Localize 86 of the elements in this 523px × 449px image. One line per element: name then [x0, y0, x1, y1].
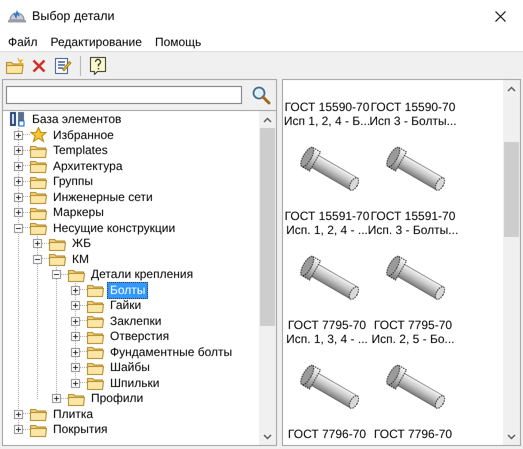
tree-item[interactable]: Группы [50, 173, 96, 190]
folder-icon [30, 190, 47, 204]
expand-icon[interactable] [52, 394, 61, 404]
tree-item[interactable]: Маркеры [50, 204, 107, 222]
part-title: ГОСТ 15590-70 [370, 100, 456, 114]
part-title: ГОСТ 7796-70 [288, 427, 366, 441]
tree-item[interactable]: Плитка [50, 406, 96, 423]
expand-icon[interactable] [14, 410, 23, 419]
part-title: ГОСТ 7796-70 [374, 427, 452, 441]
collapse-icon[interactable] [52, 270, 61, 280]
menu-item[interactable]: Помощь [148, 32, 208, 51]
menu-item[interactable]: Файл [2, 32, 45, 51]
tree-item[interactable]: Шайбы [107, 359, 153, 376]
expand-icon[interactable] [14, 208, 23, 218]
tree-item[interactable]: Отверстия [107, 328, 172, 346]
tree-item[interactable]: Избранное [50, 126, 117, 144]
scrollbar[interactable] [503, 80, 520, 445]
part-title: ГОСТ 15591-70 [370, 209, 456, 223]
expand-icon[interactable] [71, 363, 80, 372]
expand-icon[interactable] [71, 286, 80, 295]
scroll-thumb[interactable] [504, 142, 519, 237]
search-icon[interactable] [251, 85, 271, 105]
part-description: Исп. 3 - Болты... [368, 223, 458, 237]
tree-item[interactable]: КМ [69, 250, 92, 268]
folder-icon [49, 236, 66, 251]
part-title: ГОСТ 7795-70 [288, 318, 366, 332]
tree-item[interactable]: Архитектура [50, 158, 126, 175]
folder-icon [87, 298, 104, 313]
expand-icon[interactable] [14, 130, 23, 140]
folder-icon [49, 252, 66, 266]
part-title: ГОСТ 15590-70 [284, 100, 370, 114]
folder-icon [30, 144, 47, 158]
tree-item[interactable]: Инженерные сети [50, 188, 156, 206]
part-title: ГОСТ 7795-70 [374, 318, 452, 332]
tree-item[interactable]: Templates [50, 142, 111, 160]
expand-icon[interactable] [14, 146, 23, 156]
scrollbar[interactable] [259, 111, 276, 445]
tree-item[interactable]: Заклепки [107, 312, 164, 330]
star-icon [30, 127, 47, 144]
folder-icon [30, 206, 47, 220]
tree-item[interactable]: Профили [88, 390, 146, 408]
expand-icon[interactable] [71, 316, 80, 326]
folder-icon [87, 360, 104, 375]
folder-icon [87, 330, 104, 344]
folder-icon [87, 345, 104, 360]
expand-icon[interactable] [71, 378, 80, 388]
part-description: Исп. 2, 5 - Бо... [371, 332, 455, 346]
folder-icon [30, 174, 47, 189]
tree-item[interactable]: Детали крепления [88, 266, 196, 284]
folder-icon [87, 376, 104, 390]
expand-icon[interactable] [14, 177, 23, 186]
tree-item[interactable]: Гайки [107, 297, 144, 314]
expand-icon[interactable] [71, 348, 80, 357]
helmet-icon [8, 9, 26, 23]
window-title: Выбор детали [32, 9, 115, 23]
part-title: ГОСТ 15591-70 [284, 209, 370, 223]
help-icon[interactable] [87, 54, 109, 76]
part-description: Исп 3 - Болты... [369, 114, 457, 128]
folder-icon [30, 407, 47, 422]
expand-icon[interactable] [14, 425, 23, 434]
tree-item[interactable]: ЖБ [69, 235, 94, 252]
tree-item[interactable]: Покрытия [50, 421, 111, 438]
folder-icon [68, 268, 85, 282]
expand-icon[interactable] [33, 239, 42, 248]
collapse-icon[interactable] [14, 224, 23, 233]
tree-item[interactable]: Несущие конструкции [50, 220, 178, 237]
folder-icon [30, 159, 47, 174]
expand-icon[interactable] [14, 162, 23, 171]
folder-icon [87, 314, 104, 328]
expand-icon[interactable] [71, 332, 80, 342]
expand-icon[interactable] [71, 301, 80, 310]
tree-item[interactable]: База элементов [29, 111, 124, 128]
part-description: Исп 1, 2, 4 - Б... [284, 114, 370, 128]
folder-icon [87, 283, 104, 298]
folder-icon [30, 422, 47, 437]
menu-item[interactable]: Редактирование [44, 32, 149, 51]
folder-icon [68, 392, 85, 406]
tree-item[interactable]: Шпильки [107, 374, 162, 392]
scroll-thumb[interactable] [260, 128, 275, 326]
collapse-icon[interactable] [33, 254, 42, 264]
folder-icon [30, 221, 47, 236]
part-description: Исп. 1, 3, 4 - ... [286, 332, 368, 346]
search-field[interactable] [6, 86, 242, 104]
part-description: Исп. 1, 2, 4 - ... [286, 223, 368, 237]
expand-icon[interactable] [14, 192, 23, 202]
tree-item[interactable]: Фундаментные болты [107, 344, 236, 361]
